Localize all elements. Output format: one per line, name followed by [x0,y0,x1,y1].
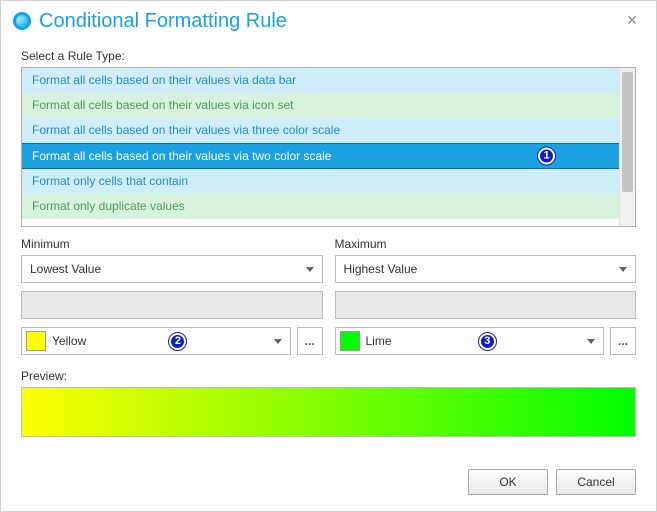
rule-type-item[interactable]: Format all cells based on their values v… [22,118,619,143]
rule-type-item-label: Format all cells based on their values v… [32,73,296,87]
preview-gradient [21,387,636,437]
minimum-type-select[interactable]: Lowest Value [21,255,323,283]
callout-badge-2: 2 [169,333,186,350]
rule-type-item-label: Format all cells based on their values v… [32,98,293,112]
minimum-value-input [21,291,323,319]
maximum-type-value: Highest Value [344,262,418,276]
rule-type-item[interactable]: Format all cells based on their values v… [22,93,619,118]
minimum-color-name: Yellow [52,334,86,348]
rule-type-item[interactable]: Format only cells that contain [22,169,619,194]
rule-type-item-label: Format only duplicate values [32,199,185,213]
rule-type-item-label: Format only cells that contain [32,174,188,188]
dialog-title: Conditional Formatting Rule [39,10,612,33]
callout-badge-3: 3 [479,333,496,350]
cancel-button[interactable]: Cancel [556,469,636,495]
maximum-color-more-button[interactable]: ... [610,327,636,355]
minimum-color-more-button[interactable]: ... [297,327,323,355]
maximum-type-select[interactable]: Highest Value [335,255,637,283]
maximum-label: Maximum [335,237,637,251]
rule-type-list: Format all cells based on their values v… [21,67,636,227]
ellipsis-icon: ... [304,334,314,348]
rule-type-item-label: Format all cells based on their values v… [32,123,340,137]
rule-type-item-label: Format all cells based on their values v… [32,149,331,163]
minimum-type-value: Lowest Value [30,262,101,276]
chevron-down-icon [274,339,282,344]
rule-type-item-selected[interactable]: Format all cells based on their values v… [22,143,619,169]
rule-list-scrollbar[interactable] [619,68,635,226]
dialog-content: Select a Rule Type: Format all cells bas… [1,37,656,469]
chevron-down-icon [587,339,595,344]
dialog-footer: OK Cancel [1,469,656,511]
callout-badge-1: 1 [538,148,555,165]
titlebar: Conditional Formatting Rule × [1,1,656,37]
maximum-value-input [335,291,637,319]
ok-button[interactable]: OK [468,469,548,495]
chevron-down-icon [619,267,627,272]
rule-type-item[interactable]: Format only duplicate values [22,194,619,219]
minimum-color-swatch [26,331,46,351]
close-button[interactable]: × [620,9,644,33]
app-icon [13,12,31,30]
dialog-window: Conditional Formatting Rule × Select a R… [0,0,657,512]
maximum-color-name: Lime [366,334,392,348]
maximum-color-swatch [340,331,360,351]
ellipsis-icon: ... [618,334,628,348]
maximum-color-select[interactable]: Lime 3 [335,327,605,355]
rule-type-item[interactable]: Format all cells based on their values v… [22,68,619,93]
minimum-color-select[interactable]: Yellow 2 [21,327,291,355]
minimum-label: Minimum [21,237,323,251]
rule-type-list-items: Format all cells based on their values v… [22,68,619,226]
scrollbar-thumb[interactable] [622,72,633,192]
preview-label: Preview: [21,369,636,383]
rule-type-label: Select a Rule Type: [21,49,636,63]
chevron-down-icon [306,267,314,272]
